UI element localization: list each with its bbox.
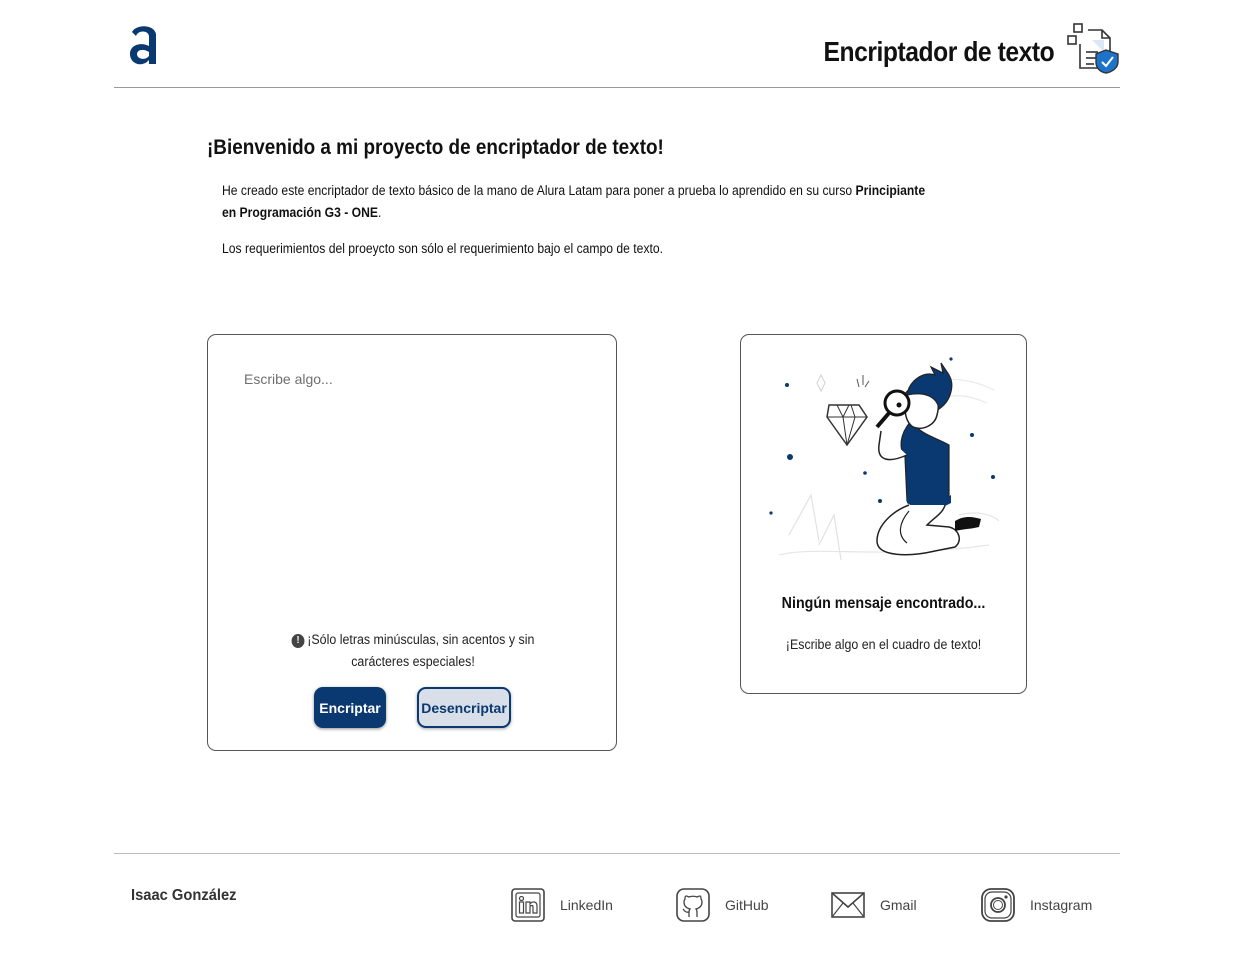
person-with-magnifying-glass-illustration [769, 357, 1000, 561]
author-name: Isaac González [131, 887, 237, 904]
intro-paragraph-1-text: He creado este encriptador de texto bási… [222, 183, 856, 198]
header: Encriptador de texto [114, 0, 1120, 88]
no-message-subtitle: ¡Escribe algo en el cuadro de texto! [785, 637, 982, 652]
instagram-label: Instagram [1030, 897, 1093, 913]
github-label: GitHub [725, 897, 769, 913]
input-card: !¡Sólo letras minúsculas, sin acentos y … [207, 334, 617, 751]
intro-heading: ¡Bienvenido a mi proyecto de encriptador… [207, 136, 664, 159]
intro-paragraph-2: Los requerimientos del proeycto son sólo… [222, 241, 664, 256]
decrypt-button[interactable]: Desencriptar [417, 687, 511, 728]
alura-logo-icon[interactable] [128, 22, 160, 68]
instagram-icon [981, 888, 1015, 922]
encrypted-document-icon [1067, 23, 1119, 74]
github-icon [676, 888, 710, 922]
linkedin-label: LinkedIn [560, 897, 613, 913]
input-warning: ! ¡Sólo letras minúsculas, sin acentos y … [261, 629, 565, 673]
footer: Isaac González LinkedIn GitHub Gmail Ins… [114, 853, 1120, 960]
exclamation-icon: ! [291, 634, 305, 648]
output-card: Ningún mensaje encontrado... ¡Escribe al… [740, 334, 1027, 694]
text-input[interactable] [244, 371, 584, 601]
gmail-icon [831, 892, 865, 918]
encrypt-button[interactable]: Encriptar [314, 687, 386, 728]
gmail-label: Gmail [880, 897, 917, 913]
intro-section: ¡Bienvenido a mi proyecto de encriptador… [207, 136, 1007, 256]
intro-paragraph-1-end: . [377, 205, 382, 220]
linkedin-icon [511, 888, 545, 922]
no-message-title: Ningún mensaje encontrado... [781, 595, 986, 612]
linkedin-link[interactable]: LinkedIn [510, 887, 613, 923]
instagram-link[interactable]: Instagram [980, 887, 1092, 923]
gmail-link[interactable]: Gmail [830, 887, 917, 923]
app-title: Encriptador de texto [823, 36, 1054, 67]
github-link[interactable]: GitHub [675, 887, 769, 923]
intro-paragraph-1: He creado este encriptador de texto bási… [222, 180, 942, 224]
warning-text: ¡Sólo letras minúsculas, sin acentos y s… [307, 632, 535, 669]
